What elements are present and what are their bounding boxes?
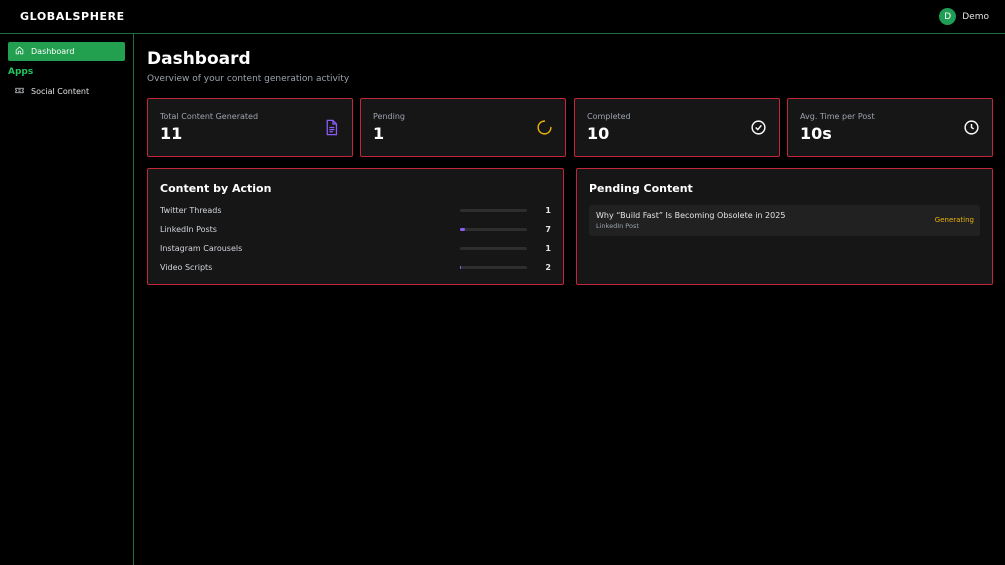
sidebar-item-social-content[interactable]: Social Content [8,82,125,101]
action-count: 1 [545,244,551,253]
progress-bar [460,209,527,212]
sidebar-section-apps: Apps [8,67,34,77]
progress-bar [460,247,527,250]
stat-value: 11 [160,124,183,143]
stat-label: Pending [373,112,405,121]
stat-card-pending: Pending 1 [360,98,566,157]
stat-label: Completed [587,112,631,121]
pending-item-type: LinkedIn Post [596,222,639,230]
stat-value: 1 [373,124,385,143]
panel-title: Content by Action [160,182,272,195]
progress-fill [460,266,462,269]
top-bar: GLOBALSPHERE D Demo [0,0,1005,34]
stat-value: 10 [587,124,610,143]
sidebar-item-label: Dashboard [31,47,75,56]
action-count: 1 [545,206,551,215]
pending-content-panel: Pending Content Why “Build Fast” Is Beco… [576,168,993,285]
sidebar: Dashboard Apps Social Content [0,34,134,565]
list-item: LinkedIn Posts 7 [160,225,551,235]
home-icon [15,46,24,57]
document-icon [326,119,338,136]
status-badge: Generating [934,216,974,224]
progress-fill [460,228,466,231]
action-label: LinkedIn Posts [160,225,217,234]
list-item: Twitter Threads 1 [160,206,551,216]
clock-icon [964,120,979,135]
check-circle-icon [751,120,766,135]
action-label: Instagram Carousels [160,244,243,253]
stat-label: Avg. Time per Post [800,112,875,121]
action-label: Twitter Threads [160,206,222,215]
pending-item[interactable]: Why “Build Fast” Is Becoming Obsolete in… [589,205,980,236]
list-item: Video Scripts 2 [160,263,551,273]
action-count: 7 [545,225,551,234]
progress-bar [460,266,527,269]
avatar[interactable]: D [939,8,957,25]
user-name[interactable]: Demo [962,12,989,22]
progress-bar [460,228,527,231]
panel-title: Pending Content [589,182,693,195]
sidebar-item-label: Social Content [31,87,90,96]
page-subtitle: Overview of your content generation acti… [147,74,350,84]
app-logo[interactable]: GLOBALSPHERE [20,10,125,23]
pending-item-title: Why “Build Fast” Is Becoming Obsolete in… [596,211,786,220]
ticket-icon [15,86,24,97]
action-count: 2 [545,263,551,272]
stat-value: 10s [800,124,832,143]
stat-card-avg-time: Avg. Time per Post 10s [787,98,993,157]
list-item: Instagram Carousels 1 [160,244,551,254]
action-label: Video Scripts [160,263,213,272]
stat-card-total: Total Content Generated 11 [147,98,353,157]
content-by-action-panel: Content by Action Twitter Threads 1 Link… [147,168,564,285]
spinner-icon [537,120,552,135]
stat-label: Total Content Generated [160,112,259,121]
stat-card-completed: Completed 10 [574,98,780,157]
user-menu[interactable]: D Demo [939,8,989,25]
sidebar-item-dashboard[interactable]: Dashboard [8,42,125,61]
page-title: Dashboard [147,49,251,69]
